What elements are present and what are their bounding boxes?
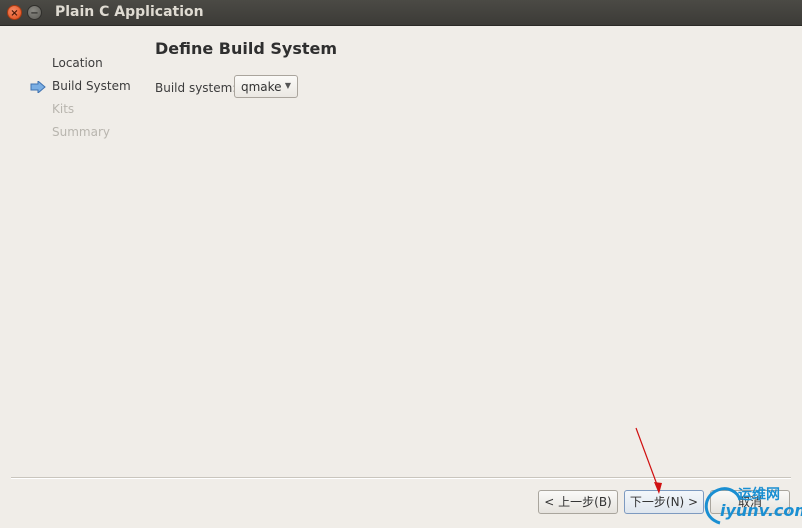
next-button[interactable]: 下一步(N) > [624, 490, 704, 514]
build-system-label: Build system: [155, 81, 237, 95]
close-icon[interactable]: × [7, 5, 22, 20]
build-system-combobox[interactable]: qmake ▼ [234, 75, 298, 98]
chevron-down-icon: ▼ [284, 81, 291, 90]
watermark-text-bottom: iyunv.com [720, 501, 802, 520]
step-kits: Kits [52, 102, 75, 116]
title-bar: × − Plain C Application [0, 0, 802, 26]
step-summary: Summary [52, 125, 110, 139]
build-system-value: qmake [241, 80, 282, 94]
step-build-system: Build System [52, 79, 131, 93]
page-title: Define Build System [155, 39, 338, 58]
window-title: Plain C Application [55, 4, 204, 20]
step-location: Location [52, 56, 103, 70]
minimize-icon[interactable]: − [27, 5, 42, 20]
back-button[interactable]: < 上一步(B) [538, 490, 618, 514]
arrow-right-icon [30, 81, 46, 93]
wizard-content: Location Build System Kits Summary Defin… [0, 26, 802, 528]
footer-separator [11, 477, 791, 479]
